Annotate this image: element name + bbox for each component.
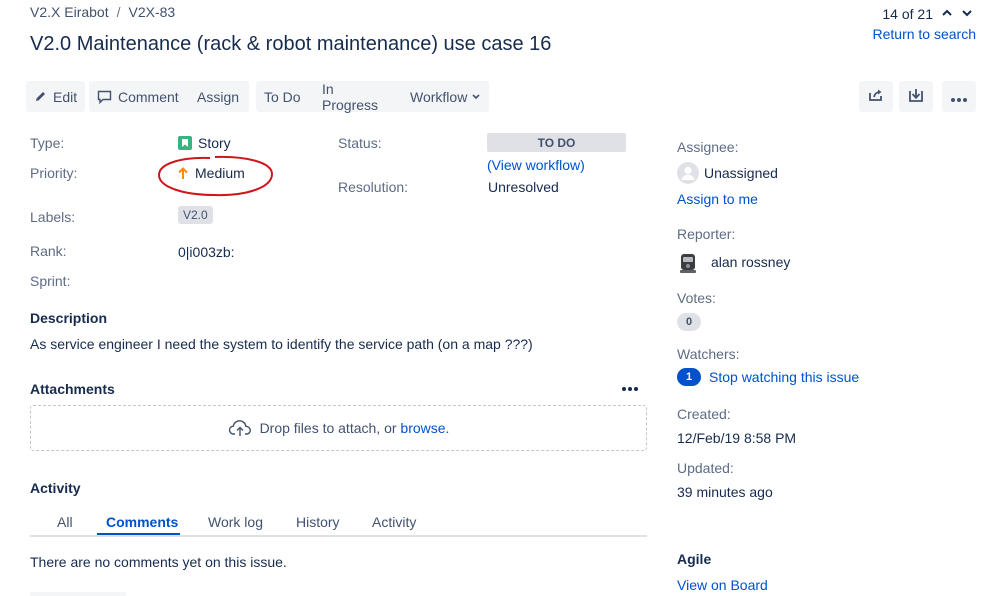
workflow-dropdown[interactable]: Workflow [402, 81, 488, 112]
workflow-label: Workflow [410, 88, 468, 105]
comment-button[interactable]: Comment [89, 81, 185, 112]
in-progress-button[interactable]: In Progress [314, 80, 398, 113]
page-title: V2.0 Maintenance (rack & robot maintenan… [30, 33, 552, 55]
updated-value: 39 minutes ago [677, 484, 773, 500]
tab-history[interactable]: History [296, 514, 340, 530]
reporter-label: Reporter: [677, 226, 736, 242]
more-icon [951, 89, 967, 105]
assign-button[interactable]: Assign [189, 81, 245, 112]
tab-comments[interactable]: Comments [106, 514, 178, 530]
issue-pager: 14 of 21 [882, 6, 973, 22]
comment-button-partial[interactable] [30, 592, 126, 596]
chevron-down-icon[interactable] [961, 8, 973, 20]
active-tab-indicator [97, 533, 180, 535]
return-to-search-link[interactable]: Return to search [873, 26, 977, 42]
votes-badge[interactable]: 0 [677, 313, 701, 331]
breadcrumb-issue-link[interactable]: V2X-83 [129, 4, 176, 20]
pager-position: 14 of 21 [882, 6, 933, 22]
sprint-label: Sprint: [30, 273, 71, 289]
cloud-upload-icon [228, 419, 252, 437]
in-progress-label: In Progress [322, 80, 379, 113]
chevron-down-icon [472, 93, 480, 100]
stop-watching-link[interactable]: Stop watching this issue [709, 369, 859, 385]
view-workflow-link[interactable]: (View workflow) [487, 157, 585, 173]
breadcrumb-separator: / [116, 4, 121, 20]
story-icon [178, 136, 192, 150]
rank-label: Rank: [30, 243, 67, 259]
tab-all[interactable]: All [57, 514, 73, 530]
red-annotation-circle [157, 155, 274, 197]
reporter-value: alan rossney [677, 250, 790, 274]
to-do-button[interactable]: To Do [256, 81, 312, 112]
attachments-heading: Attachments [30, 381, 115, 397]
view-on-board-link[interactable]: View on Board [677, 577, 768, 593]
export-button[interactable] [899, 81, 933, 112]
type-value: Story [178, 135, 231, 151]
share-button[interactable] [859, 81, 893, 112]
resolution-value: Unresolved [488, 179, 559, 195]
pencil-icon [34, 90, 47, 103]
assign-label: Assign [197, 88, 240, 105]
edit-button[interactable]: Edit [26, 81, 85, 112]
assignee-text: Unassigned [704, 165, 778, 181]
activity-heading: Activity [30, 480, 81, 496]
comment-icon [97, 90, 112, 104]
unassigned-avatar-icon [677, 162, 699, 184]
no-comments-text: There are no comments yet on this issue. [30, 554, 287, 570]
reporter-avatar [677, 250, 699, 274]
created-value: 12/Feb/19 8:58 PM [677, 430, 797, 446]
comment-label: Comment [118, 88, 179, 105]
votes-label: Votes: [677, 290, 716, 306]
updated-label: Updated: [677, 460, 734, 476]
created-label: Created: [677, 406, 731, 422]
rank-value: 0|i003zb: [178, 244, 235, 260]
watchers-label: Watchers: [677, 346, 740, 362]
breadcrumb: V2.X Eirabot / V2X-83 [30, 4, 175, 20]
reporter-text: alan rossney [711, 254, 791, 270]
resolution-label: Resolution: [338, 179, 409, 195]
type-text: Story [198, 135, 231, 151]
browse-link[interactable]: browse. [400, 420, 449, 436]
more-actions-button[interactable] [942, 81, 976, 112]
assign-to-me-link[interactable]: Assign to me [677, 191, 758, 207]
watchers-badge[interactable]: 1 [677, 368, 701, 386]
edit-label: Edit [53, 88, 78, 105]
attachment-dropzone[interactable]: Drop files to attach, or browse. [30, 405, 647, 451]
agile-heading: Agile [677, 551, 712, 567]
priority-label: Priority: [30, 165, 78, 181]
label-chip[interactable]: V2.0 [178, 206, 213, 224]
description-heading: Description [30, 310, 108, 326]
drop-text: Drop files to attach, or [259, 420, 401, 436]
share-icon [868, 88, 884, 105]
description-text[interactable]: As service engineer I need the system to… [30, 336, 533, 352]
attachments-more-icon[interactable] [622, 378, 638, 394]
export-icon [908, 88, 924, 106]
breadcrumb-project-link[interactable]: V2.X Eirabot [30, 4, 109, 20]
activity-tabs: All Comments Work log History Activity [30, 507, 647, 537]
watchers-row: 1 Stop watching this issue [677, 368, 859, 386]
assignee-label: Assignee: [677, 139, 739, 155]
labels-label: Labels: [30, 209, 76, 225]
tab-activity[interactable]: Activity [372, 514, 416, 530]
status-lozenge: TO DO [487, 133, 626, 152]
assignee-value: Unassigned [677, 162, 778, 184]
chevron-up-icon[interactable] [941, 8, 953, 20]
to-do-label: To Do [264, 88, 301, 105]
type-label: Type: [30, 135, 65, 151]
tab-work-log[interactable]: Work log [208, 514, 263, 530]
status-label: Status: [338, 135, 382, 151]
